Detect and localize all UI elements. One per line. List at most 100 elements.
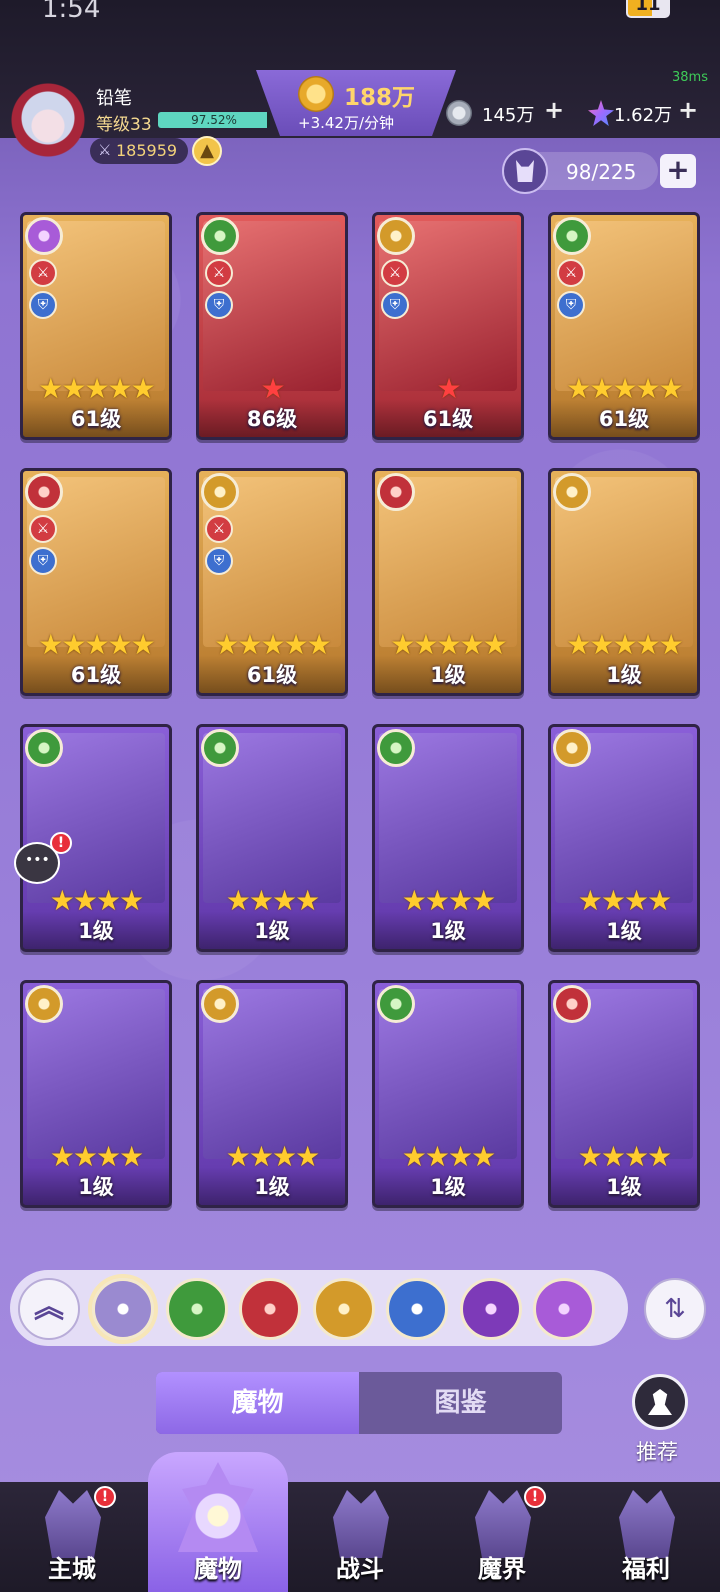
nav-label: 魔界 [478, 1555, 526, 1583]
time-faction-icon [201, 473, 239, 511]
attack-class-icon: ⚔ [205, 515, 233, 543]
attack-class-icon: ⚔ [381, 259, 409, 287]
monster-card[interactable]: ★★★★★ 1级 [548, 468, 700, 696]
sword-icon: ⚔ [98, 141, 112, 159]
nature-filter-icon[interactable] [165, 1278, 228, 1340]
monster-level: 1级 [78, 919, 114, 943]
monster-level: 1级 [254, 1175, 290, 1199]
nav-label: 魔物 [194, 1555, 242, 1583]
monster-capacity-icon [502, 148, 548, 194]
monster-level: 61级 [598, 407, 650, 431]
avatar[interactable] [10, 80, 86, 162]
ping-text: 38ms [672, 70, 708, 85]
time-filter-icon[interactable] [312, 1278, 375, 1340]
upgrade-arrow-icon[interactable]: ▲ [192, 136, 222, 166]
nav-monsters[interactable]: 魔物 [148, 1452, 288, 1592]
star-rating: ★ [260, 372, 285, 405]
nature-faction-icon [553, 217, 591, 255]
treasure-chest-icon [619, 1490, 675, 1558]
tab-codex[interactable]: 图鉴 [359, 1372, 562, 1434]
monster-level: 1级 [606, 1175, 642, 1199]
silver-value: 145万 [482, 105, 535, 126]
player-level: 等级33 [96, 115, 152, 135]
nav-label: 战斗 [336, 1555, 384, 1583]
exp-bar: 97.52% [158, 112, 270, 128]
add-silver-button[interactable]: + [544, 96, 564, 124]
monster-card[interactable]: ★★★★ 1级 [20, 980, 172, 1208]
nav-battle[interactable]: 战斗 [290, 1482, 430, 1592]
defense-class-icon: ⛨ [205, 547, 233, 575]
star-rating: ★★★★ [577, 1140, 672, 1173]
add-gem-button[interactable]: + [678, 96, 698, 124]
monster-card[interactable]: ★★★★ 1级 [372, 980, 524, 1208]
nav-welfare[interactable]: 福利 [576, 1482, 716, 1592]
exp-text: 97.52% [191, 113, 237, 127]
wind-filter-icon[interactable] [533, 1278, 595, 1340]
nature-faction-icon [201, 217, 239, 255]
monster-level: 61级 [70, 407, 122, 431]
monster-card[interactable]: ★★★★ 1级 [196, 724, 348, 952]
nav-demon-realm[interactable]: 魔界 [432, 1482, 572, 1592]
tab-monsters[interactable]: 魔物 [156, 1372, 359, 1434]
eye-filter-icon[interactable] [459, 1278, 522, 1340]
star-rating: ★★★★★ [390, 628, 508, 661]
gem-icon [588, 100, 614, 126]
gold-value: 188万 [344, 85, 416, 111]
monster-card[interactable]: ⚔ ⛨ ★ 86级 [196, 212, 348, 440]
monster-card[interactable]: ⚔ ⛨ ★ 61级 [372, 212, 524, 440]
star-rating: ★★★★ [401, 884, 496, 917]
nature-faction-icon [25, 729, 63, 767]
demon-faction-icon [553, 985, 591, 1023]
nature-faction-icon [377, 985, 415, 1023]
player-name: 铅笔 [96, 88, 132, 109]
monster-level: 1级 [606, 663, 642, 687]
time-faction-icon [201, 985, 239, 1023]
dragon-filter-icon[interactable] [386, 1278, 448, 1340]
monster-card[interactable]: ⚔ ⛨ ★★★★★ 61级 [548, 212, 700, 440]
attack-class-icon: ⚔ [557, 259, 585, 287]
nature-faction-icon [201, 729, 239, 767]
all-filter-icon[interactable] [92, 1278, 154, 1340]
recommend-icon[interactable] [632, 1374, 688, 1430]
flame-icon [178, 1462, 258, 1552]
defense-class-icon: ⛨ [29, 547, 57, 575]
monster-level: 1级 [254, 919, 290, 943]
monster-level: 1级 [606, 919, 642, 943]
monster-level: 61级 [246, 663, 298, 687]
gold-rate: +3.42万/分钟 [298, 114, 395, 132]
monster-card[interactable]: ★★★★ 1级 [548, 980, 700, 1208]
monster-card[interactable]: ★★★★ 1级 [548, 724, 700, 952]
time-faction-icon [25, 985, 63, 1023]
monster-card[interactable]: ⚔ ⛨ ★★★★★ 61级 [196, 468, 348, 696]
monster-card[interactable]: ★★★★ 1级 [372, 724, 524, 952]
attack-class-icon: ⚔ [29, 259, 57, 287]
star-rating: ★★★★ [225, 884, 320, 917]
monster-card[interactable]: ★★★★ 1级 [196, 980, 348, 1208]
monster-card[interactable]: ⚔ ⛨ ★★★★★ 61级 [20, 212, 172, 440]
battery-icon: 11 [626, 0, 670, 18]
expand-capacity-button[interactable]: + [660, 154, 696, 188]
wind-faction-icon [25, 217, 63, 255]
monster-card[interactable]: ★★★★ 1级 [20, 724, 172, 952]
chat-alert-icon: ! [50, 832, 72, 854]
nav-main-city[interactable]: 主城 [2, 1482, 142, 1592]
demon-realm-alert-icon: ! [524, 1486, 546, 1508]
power-display: ⚔ 185959 [90, 138, 188, 164]
time-faction-icon [553, 729, 591, 767]
monster-card[interactable]: ★★★★★ 1级 [372, 468, 524, 696]
monster-card[interactable]: ⚔ ⛨ ★★★★★ 61级 [20, 468, 172, 696]
star-rating: ★★★★★ [38, 628, 156, 661]
star-rating: ★★★★★ [38, 372, 156, 405]
monster-level: 1级 [78, 1175, 114, 1199]
main-city-alert-icon: ! [94, 1486, 116, 1508]
sort-icon[interactable]: ⇅ [644, 1278, 706, 1340]
view-tabs: 魔物 图鉴 [156, 1372, 562, 1434]
monster-level: 1级 [430, 663, 466, 687]
status-time: 1:54 [42, 0, 101, 24]
monster-level: 1级 [430, 1175, 466, 1199]
collapse-icon[interactable]: ︽ [18, 1278, 80, 1340]
demon-filter-icon[interactable] [239, 1278, 301, 1340]
nav-label: 福利 [622, 1555, 670, 1583]
star-rating: ★★★★ [401, 1140, 496, 1173]
gold-coin-icon [298, 76, 334, 112]
